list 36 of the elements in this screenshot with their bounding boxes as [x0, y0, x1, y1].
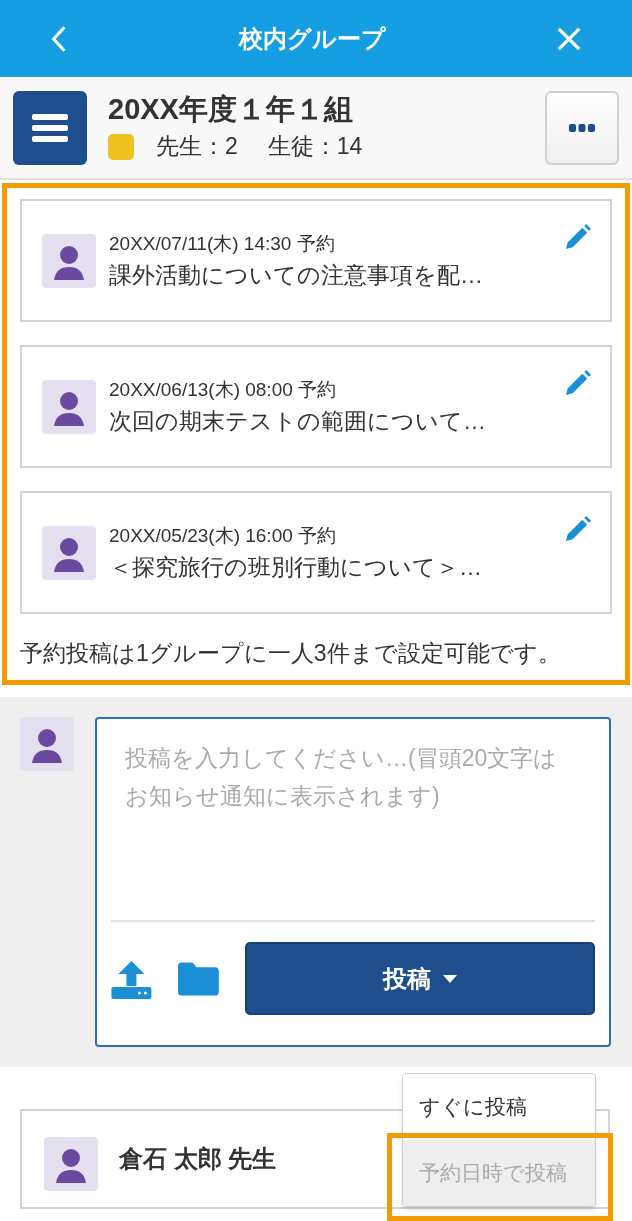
caret-icon	[442, 974, 457, 983]
header-title: 校内グループ	[238, 23, 386, 54]
post-input-field[interactable]: 投稿を入力してください…(冒頭20文字はお知らせ通知に表示されます)	[111, 719, 595, 922]
scheduled-post-card[interactable]: 20XX/06/13(木) 08:00 予約 次回の期末テストの範囲について…	[20, 345, 612, 468]
post-button[interactable]: 投稿	[244, 942, 595, 1015]
composer-box[interactable]: 投稿を入力してください…(冒頭20文字はお知らせ通知に表示されます) 投稿	[95, 717, 611, 1047]
menu-item[interactable]: すぐに投稿	[403, 1074, 595, 1140]
group-name: 20XX年度１年１組	[108, 92, 354, 128]
avatar-icon	[42, 525, 96, 580]
more-icon	[569, 123, 595, 132]
scheduled-time: 20XX/06/13(木) 08:00 予約	[109, 377, 338, 402]
close-icon[interactable]	[556, 25, 582, 52]
pencil-icon[interactable]	[563, 515, 592, 544]
avatar-icon	[42, 379, 96, 434]
pencil-icon[interactable]	[563, 369, 592, 398]
post-preview: ＜探究旅行の班別行動について＞…	[109, 552, 483, 582]
limit-note: 予約投稿は1グループに一人3件まで設定可能です。	[20, 639, 562, 668]
scheduled-time: 20XX/05/23(木) 16:00 予約	[109, 523, 338, 548]
avatar-icon	[44, 1137, 98, 1191]
avatar-icon	[20, 717, 74, 771]
menu-icon	[32, 113, 68, 142]
more-button[interactable]	[545, 90, 619, 165]
teacher-count: 先生：2	[156, 132, 238, 162]
scheduled-post-card[interactable]: 20XX/05/23(木) 16:00 予約 ＜探究旅行の班別行動について＞…	[20, 491, 612, 614]
avatar-icon	[42, 233, 96, 288]
author-name: 倉石 太郎 先生	[119, 1144, 277, 1174]
scheduled-post-card[interactable]: 20XX/07/11(木) 14:30 予約 課外活動についての注意事項を配…	[20, 199, 612, 322]
upload-icon[interactable]	[111, 958, 152, 999]
post-preview: 課外活動についての注意事項を配…	[109, 260, 484, 290]
scheduled-time: 20XX/07/11(木) 14:30 予約	[109, 231, 336, 256]
folder-icon[interactable]	[177, 961, 219, 996]
post-preview: 次回の期末テストの範囲について…	[109, 406, 487, 436]
pencil-icon[interactable]	[563, 223, 592, 252]
back-icon[interactable]	[50, 24, 68, 53]
student-count: 生徒：14	[267, 132, 363, 162]
menu-button[interactable]	[13, 90, 87, 165]
